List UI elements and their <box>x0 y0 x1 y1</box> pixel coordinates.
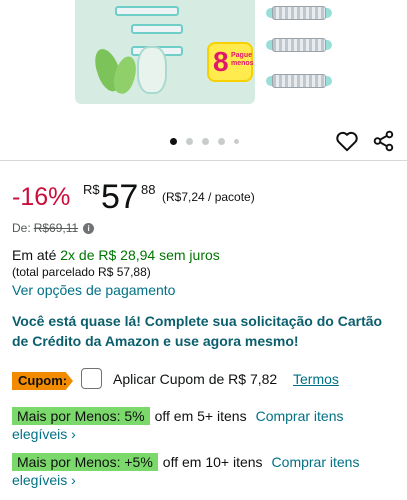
badge-text: Pague menos <box>231 52 254 67</box>
coupon-terms-link[interactable]: Termos <box>293 371 339 387</box>
more-for-less-offer: Mais por Menos: 5% off em 5+ itens Comprar… <box>12 407 402 443</box>
list-price-row: De: R$69,11 i <box>12 221 95 235</box>
carousel-dot[interactable] <box>186 138 193 145</box>
list-price-value: R$69,11 <box>33 221 79 235</box>
more-for-less-badge: Mais por Menos: 5% <box>12 407 150 425</box>
price-whole: 57 <box>101 178 138 216</box>
unit-price: (R$7,24 / pacote) <box>162 190 255 204</box>
price-cents: 88 <box>141 182 156 197</box>
promo-badge: 8 Pague menos <box>207 42 254 82</box>
payment-options-link[interactable]: Ver opções de pagamento <box>12 282 175 298</box>
carousel-dot[interactable] <box>218 138 225 145</box>
cartridge-graphic <box>266 2 332 24</box>
info-icon[interactable]: i <box>83 222 95 234</box>
carousel-dot[interactable] <box>170 138 177 145</box>
installment-highlight: 2x de R$ 28,94 sem juros <box>60 247 220 263</box>
section-divider <box>0 160 407 161</box>
product-image-gallery[interactable]: 8 Pague menos <box>0 0 407 159</box>
product-image[interactable]: 8 Pague menos <box>75 0 255 104</box>
razor-head-graphic <box>131 24 183 34</box>
credit-card-promo[interactable]: Você está quase lá! Complete sua solicit… <box>12 311 397 351</box>
carousel-dot[interactable] <box>234 139 239 144</box>
more-for-less-off: off em 5+ itens <box>154 408 247 424</box>
carousel-dot[interactable] <box>202 138 209 145</box>
installment-total: (total parcelado R$ 57,88) <box>12 265 151 279</box>
cartridge-graphic <box>266 34 332 56</box>
badge-number: 8 <box>213 46 229 77</box>
razor-handle-graphic <box>115 6 179 16</box>
price-currency: R$ <box>83 182 100 197</box>
share-icon[interactable] <box>371 128 397 154</box>
coupon-tag: Cupom: <box>12 372 73 390</box>
discount-percent: -16% <box>12 183 71 211</box>
installment-prefix: Em até <box>12 247 57 263</box>
coupon-checkbox[interactable] <box>81 368 102 389</box>
carousel-dots[interactable] <box>170 138 239 145</box>
more-for-less-off: off em 10+ itens <box>162 454 263 470</box>
cartridge-graphic <box>266 70 332 92</box>
heart-icon[interactable] <box>334 128 360 154</box>
list-price-label: De: <box>12 221 31 235</box>
installment-info: Em até 2x de R$ 28,94 sem juros <box>12 247 220 263</box>
more-for-less-badge: Mais por Menos: +5% <box>12 453 158 471</box>
razor-face-graphic <box>137 46 167 94</box>
more-for-less-offer: Mais por Menos: +5% off em 10+ itens Compr… <box>12 453 402 489</box>
coupon-text[interactable]: Aplicar Cupom de R$ 7,82 <box>113 371 277 387</box>
